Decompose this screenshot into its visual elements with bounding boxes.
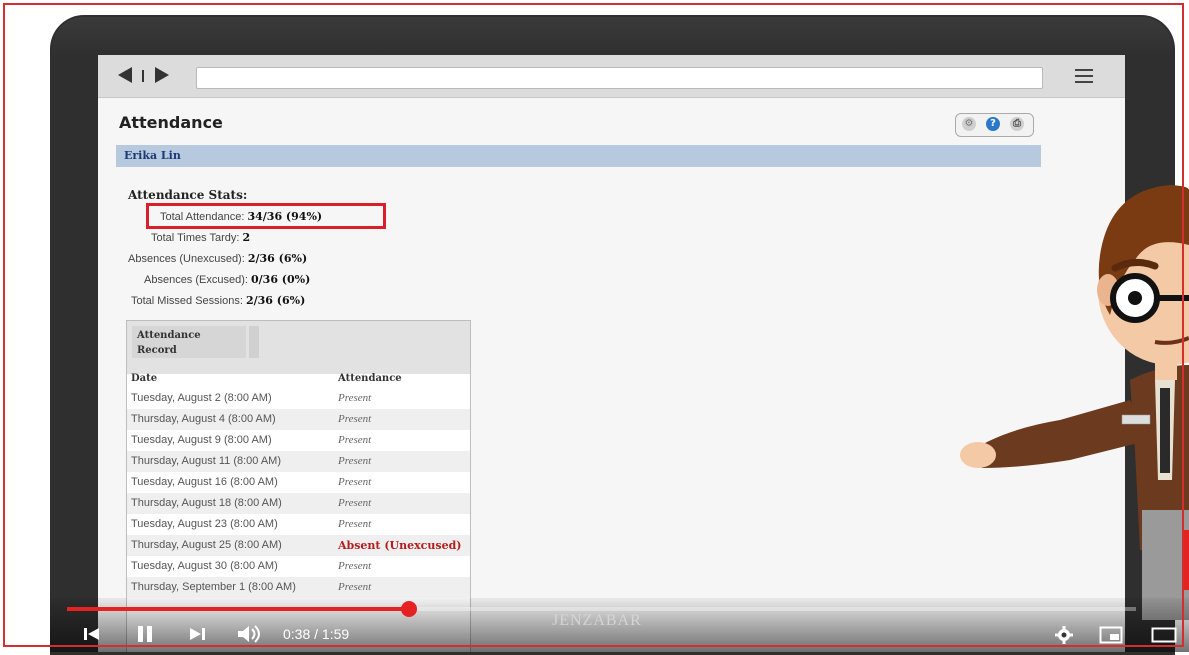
miniplayer-icon[interactable]	[1099, 625, 1123, 645]
column-header-attendance: Attendance	[338, 373, 402, 384]
highlight-box	[146, 203, 386, 229]
previous-icon[interactable]	[83, 626, 101, 642]
table-row: Tuesday, August 30 (8:00 AM) Present	[127, 556, 470, 577]
gear-icon[interactable]: ⚙	[962, 117, 976, 131]
table-row: Thursday, August 4 (8:00 AM) Present	[127, 409, 470, 430]
stat-label: Total Missed Sessions:	[131, 295, 243, 307]
table-row: Tuesday, August 23 (8:00 AM) Present	[127, 514, 470, 535]
tab-label-line2: Record	[137, 345, 177, 356]
next-icon[interactable]	[188, 626, 206, 642]
page-tools: ⚙ ? ⎙	[955, 113, 1034, 137]
theater-mode-icon[interactable]	[1151, 625, 1177, 645]
stat-label: Absences (Excused):	[144, 274, 248, 286]
tab-attendance-record[interactable]: Attendance Record	[132, 326, 246, 358]
hamburger-menu-icon[interactable]	[1075, 69, 1093, 83]
student-name-band: Erika Lin	[116, 145, 1041, 167]
stat-value: 2/36 (6%)	[247, 252, 308, 265]
help-icon[interactable]: ?	[986, 117, 1000, 131]
row-status: Present	[338, 392, 372, 404]
row-date: Thursday, September 1 (8:00 AM)	[131, 581, 296, 593]
stat-missed-sessions: Total Missed Sessions: 2/36 (6%)	[131, 294, 305, 307]
row-date: Thursday, August 4 (8:00 AM)	[131, 413, 276, 425]
table-row: Tuesday, August 16 (8:00 AM) Present	[127, 472, 470, 493]
row-status: Present	[338, 581, 372, 593]
column-header-date: Date	[131, 373, 158, 384]
volume-icon[interactable]	[236, 624, 262, 644]
nav-separator	[142, 70, 144, 82]
progress-played[interactable]	[67, 607, 409, 611]
row-status: Present	[338, 434, 372, 446]
stat-value: 2/36 (6%)	[245, 294, 306, 307]
row-status: Present	[338, 560, 372, 572]
row-date: Tuesday, August 23 (8:00 AM)	[131, 518, 278, 530]
row-date: Tuesday, August 30 (8:00 AM)	[131, 560, 278, 572]
tab-label-line1: Attendance	[137, 330, 201, 341]
pause-icon[interactable]	[135, 624, 155, 644]
table-row: Thursday, August 18 (8:00 AM) Present	[127, 493, 470, 514]
row-date: Thursday, August 11 (8:00 AM)	[131, 455, 282, 467]
jenzabar-watermark: JENZABAR	[552, 612, 642, 629]
settings-gear-icon[interactable]	[1054, 625, 1074, 645]
record-header: Attendance Record	[127, 321, 470, 374]
forward-arrow-icon[interactable]	[155, 67, 169, 83]
row-date: Thursday, August 18 (8:00 AM)	[131, 497, 282, 509]
table-row: Thursday, August 11 (8:00 AM) Present	[127, 451, 470, 472]
row-date: Thursday, August 25 (8:00 AM)	[131, 539, 282, 551]
stat-value: 2	[242, 231, 251, 244]
row-status: Present	[338, 497, 372, 509]
stat-times-tardy: Total Times Tardy: 2	[151, 231, 250, 244]
time-display: 0:38 / 1:59	[283, 626, 350, 642]
table-row: Thursday, September 1 (8:00 AM) Present	[127, 577, 470, 598]
stat-value: 0/36 (0%)	[251, 273, 311, 286]
student-name[interactable]: Erika Lin	[124, 149, 181, 162]
row-status: Present	[338, 455, 372, 467]
presenter-character-illustration	[960, 185, 1189, 620]
row-status-absent: Absent (Unexcused)	[338, 539, 462, 552]
address-bar[interactable]	[196, 67, 1043, 89]
row-date: Tuesday, August 2 (8:00 AM)	[131, 392, 272, 404]
table-row: Thursday, August 25 (8:00 AM) Absent (Une…	[127, 535, 470, 556]
row-status: Present	[338, 476, 372, 488]
stat-label: Absences (Unexcused):	[128, 253, 245, 265]
table-row: Tuesday, August 2 (8:00 AM) Present	[127, 388, 470, 409]
row-status: Present	[338, 413, 372, 425]
browser-toolbar	[98, 55, 1125, 98]
laptop-top-shade	[52, 17, 1173, 57]
row-status: Present	[338, 518, 372, 530]
row-date: Tuesday, August 9 (8:00 AM)	[131, 434, 272, 446]
page-title: Attendance	[119, 113, 223, 132]
tab-blank[interactable]	[249, 326, 259, 358]
table-row: Tuesday, August 9 (8:00 AM) Present	[127, 430, 470, 451]
stats-heading: Attendance Stats:	[128, 188, 248, 202]
stat-absences-unexcused: Absences (Unexcused): 2/36 (6%)	[128, 252, 307, 265]
stat-absences-excused: Absences (Excused): 0/36 (0%)	[144, 273, 310, 286]
back-arrow-icon[interactable]	[118, 67, 132, 83]
progress-scrubber-handle[interactable]	[401, 601, 417, 617]
stat-label: Total Times Tardy:	[151, 232, 240, 244]
row-date: Tuesday, August 16 (8:00 AM)	[131, 476, 278, 488]
print-icon[interactable]: ⎙	[1010, 117, 1024, 131]
